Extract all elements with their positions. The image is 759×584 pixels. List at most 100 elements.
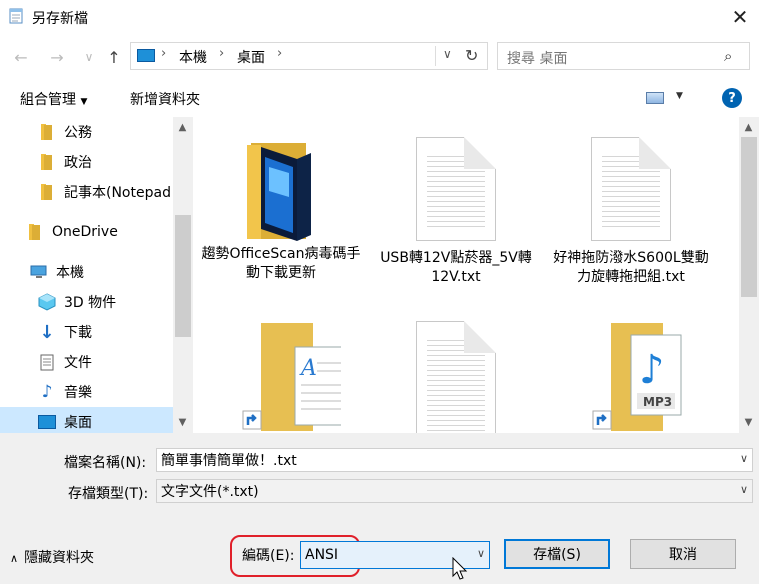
chevron-down-icon[interactable]: ∨ bbox=[740, 483, 748, 496]
chevron-down-icon: ∨ bbox=[84, 50, 94, 64]
filename-value: 簡單事情簡單做！.txt bbox=[161, 453, 297, 469]
forward-arrow-icon: → bbox=[50, 47, 64, 67]
sidebar-item-onedrive[interactable]: OneDrive bbox=[0, 217, 199, 247]
cancel-button[interactable]: 取消 bbox=[630, 539, 736, 569]
file-item[interactable]: A bbox=[201, 321, 361, 433]
chevron-down-icon[interactable]: ∨ bbox=[740, 452, 748, 465]
navigation-pane: 公務 政治 記事本(Notepad OneDrive 本機 3D 物件 ↓ 下載… bbox=[0, 117, 211, 437]
breadcrumb-desktop[interactable]: 桌面 bbox=[237, 47, 265, 67]
computer-icon bbox=[30, 263, 48, 281]
filename-label: 檔案名稱(N): bbox=[64, 455, 147, 471]
up-button[interactable]: ↑ bbox=[103, 44, 125, 70]
text-file-icon bbox=[416, 321, 496, 433]
file-item[interactable] bbox=[376, 321, 536, 433]
text-file-icon bbox=[591, 137, 671, 241]
back-arrow-icon: ← bbox=[14, 47, 28, 67]
svg-text:MP3: MP3 bbox=[643, 395, 672, 409]
breadcrumb-separator: › bbox=[219, 46, 225, 61]
filetype-value: 文字文件(*.txt) bbox=[161, 484, 259, 500]
hide-folders-label: 隱藏資料夾 bbox=[24, 550, 95, 566]
svg-text:♪: ♪ bbox=[639, 347, 665, 393]
recent-locations-button[interactable]: ∨ bbox=[78, 44, 100, 70]
filetype-label: 存檔類型(T): bbox=[68, 486, 149, 502]
file-list: 趨勢OfficeScan病毒碼手動下載更新 USB轉12V點菸器_5V轉12V.… bbox=[193, 117, 759, 433]
organize-label: 組合管理 bbox=[20, 92, 76, 108]
scroll-up-icon[interactable]: ▲ bbox=[740, 119, 757, 136]
svg-text:A: A bbox=[299, 356, 317, 381]
window-title: 另存新檔 bbox=[32, 11, 88, 27]
sidebar-item-label: 3D 物件 bbox=[64, 295, 117, 311]
divider bbox=[435, 46, 436, 66]
encoding-label: 編碼(E): bbox=[242, 548, 295, 564]
caret-down-icon: ▼ bbox=[80, 97, 88, 107]
sidebar-item-label: 記事本(Notepad bbox=[64, 185, 171, 201]
sidebar-item-label: 桌面 bbox=[64, 415, 92, 431]
file-item[interactable]: USB轉12V點菸器_5V轉12V.txt bbox=[376, 137, 536, 287]
text-file-icon bbox=[416, 137, 496, 241]
scroll-up-icon[interactable]: ▲ bbox=[174, 119, 191, 136]
encoding-value: ANSI bbox=[305, 547, 339, 563]
mouse-cursor-icon bbox=[452, 557, 468, 580]
view-options-icon[interactable] bbox=[646, 92, 664, 104]
search-icon[interactable]: ⌕ bbox=[724, 47, 732, 65]
download-icon: ↓ bbox=[39, 321, 55, 343]
close-button[interactable]: ✕ bbox=[724, 2, 756, 32]
search-box[interactable]: 搜尋 桌面 ⌕ bbox=[497, 42, 750, 70]
3d-objects-icon bbox=[38, 293, 56, 311]
file-item[interactable]: ♪ MP3 bbox=[551, 321, 711, 433]
sidebar-item-label: OneDrive bbox=[52, 224, 118, 240]
sidebar-scrollbar[interactable]: ▲ ▼ bbox=[173, 117, 193, 433]
sidebar-item-label: 本機 bbox=[56, 265, 84, 281]
file-list-scrollbar[interactable]: ▲ ▼ bbox=[739, 117, 759, 433]
help-icon: ? bbox=[728, 90, 736, 106]
file-item[interactable]: 好神拖防潑水S600L雙動力旋轉拖把組.txt bbox=[551, 137, 711, 287]
notepad-icon bbox=[8, 7, 26, 25]
search-placeholder: 搜尋 桌面 bbox=[507, 51, 568, 67]
folder-icon bbox=[38, 183, 56, 201]
address-bar[interactable]: › 本機 › 桌面 › ∨ ↻ bbox=[130, 42, 488, 70]
file-item[interactable]: 趨勢OfficeScan病毒碼手動下載更新 bbox=[201, 137, 361, 283]
music-icon: ♪ bbox=[41, 382, 53, 402]
help-button[interactable]: ? bbox=[722, 88, 742, 108]
sidebar-item-label: 政治 bbox=[64, 155, 92, 171]
desktop-icon bbox=[38, 413, 56, 431]
scroll-down-icon[interactable]: ▼ bbox=[740, 414, 757, 431]
breadcrumb-separator: › bbox=[161, 46, 167, 61]
sidebar-item-label: 下載 bbox=[64, 325, 92, 341]
mp3-shortcut-icon: ♪ MP3 bbox=[592, 323, 682, 431]
view-dropdown-icon[interactable]: ▼ bbox=[676, 91, 683, 101]
refresh-icon[interactable]: ↻ bbox=[465, 46, 478, 65]
filetype-select[interactable]: 文字文件(*.txt) ∨ bbox=[156, 479, 753, 503]
file-name: 趨勢OfficeScan病毒碼手動下載更新 bbox=[201, 246, 361, 281]
scrollbar-thumb[interactable] bbox=[741, 137, 757, 297]
hide-folders-button[interactable]: ∧ 隱藏資料夾 bbox=[10, 547, 94, 567]
onedrive-icon bbox=[26, 223, 44, 241]
title-bar: 另存新檔 ✕ bbox=[0, 0, 759, 34]
file-name: 好神拖防潑水S600L雙動力旋轉拖把組.txt bbox=[553, 250, 709, 285]
chevron-up-icon: ∧ bbox=[10, 552, 19, 565]
toolbar: 組合管理 ▼ 新增資料夾 ▼ ? bbox=[0, 80, 759, 116]
sidebar-item-label: 公務 bbox=[64, 125, 92, 141]
breadcrumb-separator: › bbox=[277, 46, 283, 61]
organize-button[interactable]: 組合管理 ▼ bbox=[20, 89, 87, 109]
desktop-icon bbox=[137, 49, 155, 62]
document-shortcut-icon: A bbox=[242, 323, 341, 431]
file-name: USB轉12V點菸器_5V轉12V.txt bbox=[380, 250, 532, 285]
back-button[interactable]: ← bbox=[10, 44, 32, 70]
save-button[interactable]: 存檔(S) bbox=[504, 539, 610, 569]
scrollbar-thumb[interactable] bbox=[175, 215, 191, 337]
sidebar-item-label: 音樂 bbox=[64, 385, 92, 401]
address-dropdown-button[interactable]: ∨ bbox=[443, 47, 452, 61]
filename-input[interactable]: 簡單事情簡單做！.txt ∨ bbox=[156, 448, 753, 472]
folder-icon bbox=[247, 143, 311, 241]
scroll-down-icon[interactable]: ▼ bbox=[174, 414, 191, 431]
breadcrumb-this-pc[interactable]: 本機 bbox=[179, 47, 207, 67]
close-icon: ✕ bbox=[731, 5, 749, 29]
chevron-down-icon[interactable]: ∨ bbox=[477, 547, 485, 560]
up-arrow-icon: ↑ bbox=[107, 47, 121, 67]
sidebar-item-label: 文件 bbox=[64, 355, 92, 371]
forward-button[interactable]: → bbox=[46, 44, 68, 70]
folder-icon bbox=[38, 153, 56, 171]
new-folder-button[interactable]: 新增資料夾 bbox=[130, 89, 200, 109]
save-form: 檔案名稱(N): 簡單事情簡單做！.txt ∨ 存檔類型(T): 文字文件(*.… bbox=[0, 433, 759, 584]
